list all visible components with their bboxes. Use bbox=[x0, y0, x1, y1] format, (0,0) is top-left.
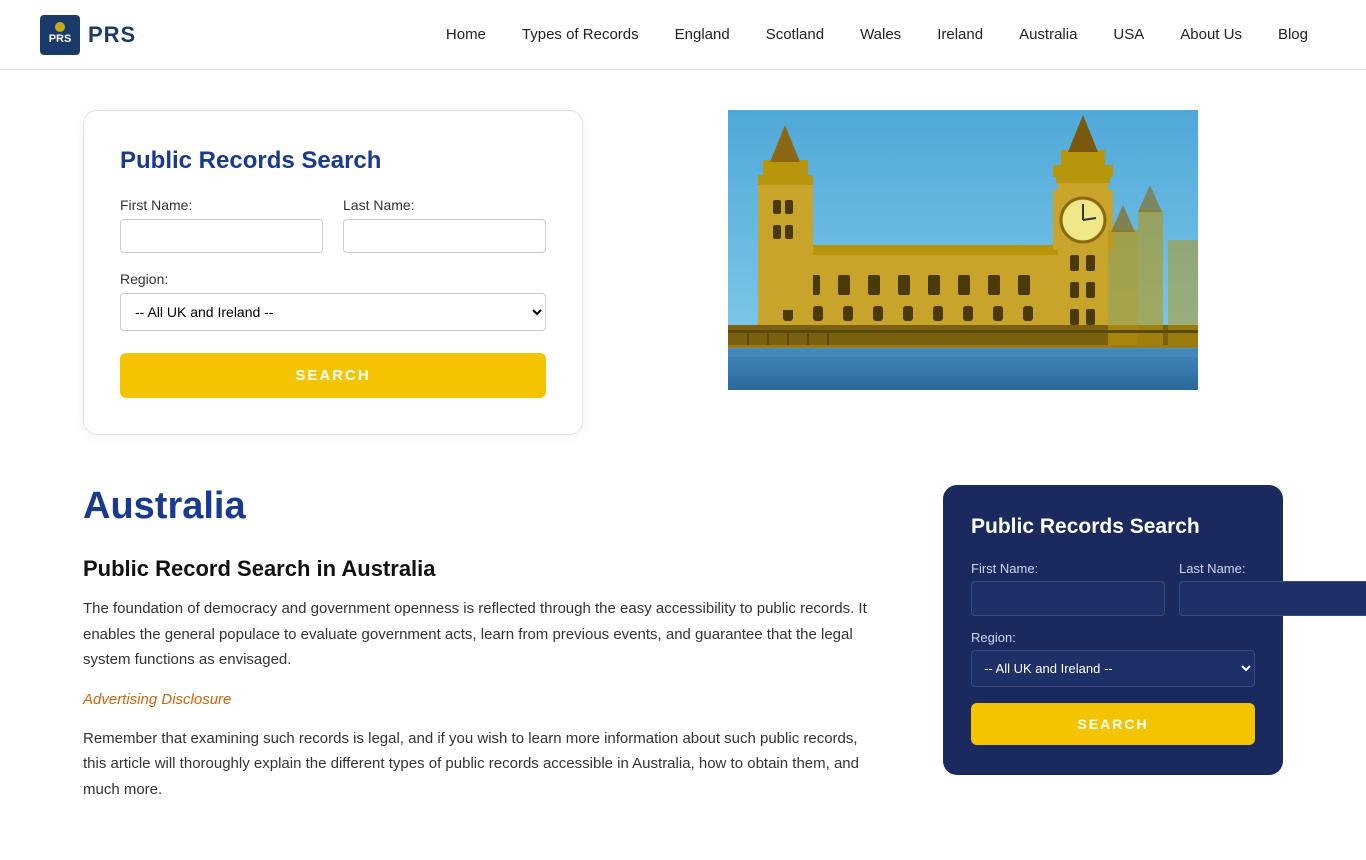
sidebar-search-button[interactable]: SEARCH bbox=[971, 703, 1255, 745]
hero-image-svg bbox=[643, 110, 1283, 390]
sidebar-firstname-input[interactable] bbox=[971, 581, 1165, 616]
hero-lastname-label: Last Name: bbox=[343, 197, 546, 213]
sidebar-lastname-input[interactable] bbox=[1179, 581, 1366, 616]
section-subheading: Public Record Search in Australia bbox=[83, 556, 883, 582]
logo-text: PRS bbox=[88, 22, 136, 48]
sidebar-region-group: Region: -- All UK and Ireland -- England… bbox=[971, 630, 1255, 687]
nav-england[interactable]: England bbox=[657, 0, 748, 70]
hero-lastname-input[interactable] bbox=[343, 219, 546, 253]
nav-blog[interactable]: Blog bbox=[1260, 0, 1326, 70]
hero-region-group: Region: -- All UK and Ireland -- England… bbox=[120, 271, 546, 331]
nav-about-us[interactable]: About Us bbox=[1162, 0, 1260, 70]
hero-firstname-label: First Name: bbox=[120, 197, 323, 213]
logo-link[interactable]: PRS PRS bbox=[40, 15, 136, 55]
hero-name-row: First Name: Last Name: bbox=[120, 197, 546, 253]
svg-text:PRS: PRS bbox=[49, 33, 72, 45]
advertising-disclosure-link[interactable]: Advertising Disclosure bbox=[83, 691, 883, 708]
section-paragraph1: The foundation of democracy and governme… bbox=[83, 596, 883, 673]
sidebar-region-label: Region: bbox=[971, 630, 1255, 645]
nav-usa[interactable]: USA bbox=[1095, 0, 1162, 70]
nav-types-of-records[interactable]: Types of Records bbox=[504, 0, 657, 70]
nav-links: Home Types of Records England Scotland W… bbox=[428, 0, 1326, 70]
sidebar-lastname-group: Last Name: bbox=[1179, 561, 1366, 616]
sidebar-search-title: Public Records Search bbox=[971, 515, 1255, 539]
navbar: PRS PRS Home Types of Records England Sc… bbox=[0, 0, 1366, 70]
hero-search-button[interactable]: SEARCH bbox=[120, 353, 546, 398]
nav-home[interactable]: Home bbox=[428, 0, 504, 70]
hero-region-label: Region: bbox=[120, 271, 546, 287]
hero-region-select[interactable]: -- All UK and Ireland -- England Scotlan… bbox=[120, 293, 546, 331]
hero-search-card: Public Records Search First Name: Last N… bbox=[83, 110, 583, 435]
hero-lastname-group: Last Name: bbox=[343, 197, 546, 253]
sidebar-region-select[interactable]: -- All UK and Ireland -- England Scotlan… bbox=[971, 650, 1255, 687]
logo-icon: PRS bbox=[40, 15, 80, 55]
nav-wales[interactable]: Wales bbox=[842, 0, 919, 70]
nav-ireland[interactable]: Ireland bbox=[919, 0, 1001, 70]
sidebar-firstname-label: First Name: bbox=[971, 561, 1165, 576]
sidebar-firstname-group: First Name: bbox=[971, 561, 1165, 616]
top-section: Public Records Search First Name: Last N… bbox=[83, 110, 1283, 435]
content-section: Australia Public Record Search in Austra… bbox=[83, 485, 1283, 860]
hero-firstname-group: First Name: bbox=[120, 197, 323, 253]
sidebar-search-card: Public Records Search First Name: Last N… bbox=[943, 485, 1283, 775]
page-heading: Australia bbox=[83, 485, 883, 528]
hero-search-title: Public Records Search bbox=[120, 147, 546, 175]
nav-scotland[interactable]: Scotland bbox=[748, 0, 842, 70]
sidebar-name-row: First Name: Last Name: bbox=[971, 561, 1255, 616]
hero-firstname-input[interactable] bbox=[120, 219, 323, 253]
content-left: Australia Public Record Search in Austra… bbox=[83, 485, 883, 820]
nav-australia[interactable]: Australia bbox=[1001, 0, 1095, 70]
hero-image bbox=[643, 110, 1283, 390]
main-wrapper: Public Records Search First Name: Last N… bbox=[43, 70, 1323, 860]
sidebar-lastname-label: Last Name: bbox=[1179, 561, 1366, 576]
section-paragraph2: Remember that examining such records is … bbox=[83, 726, 883, 803]
